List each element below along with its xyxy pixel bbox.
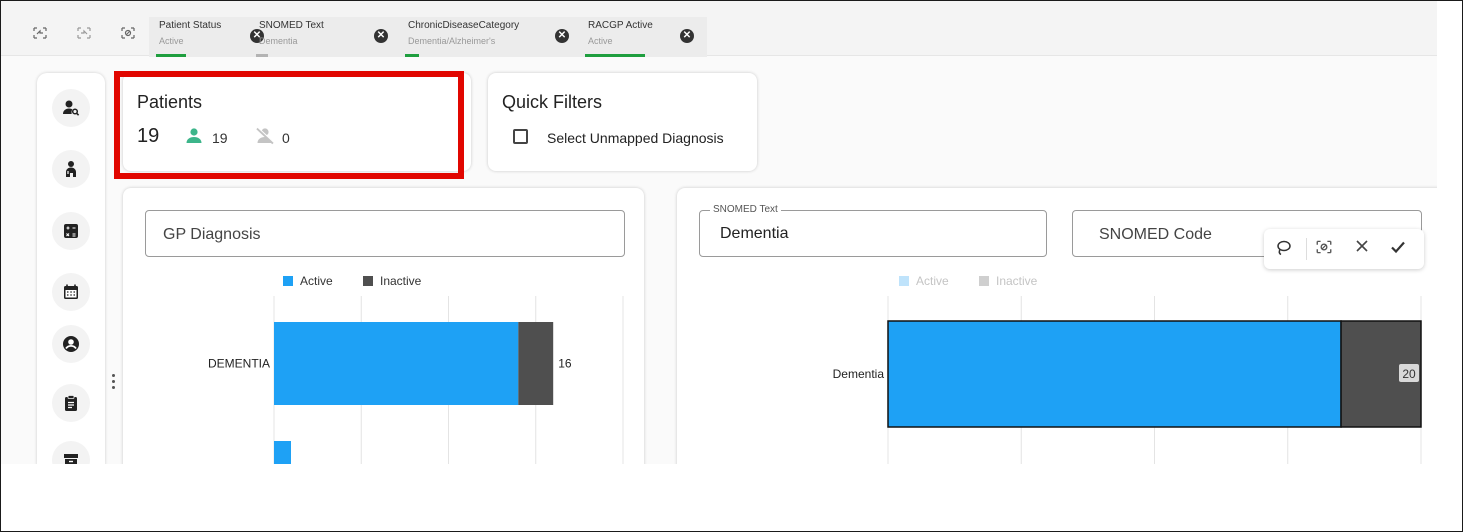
nav-archive[interactable] <box>52 441 90 464</box>
quick-filters-title: Quick Filters <box>502 92 603 112</box>
cancel-icon[interactable] <box>1351 238 1373 260</box>
category-label: Dementia <box>833 367 885 381</box>
chip-title: ChronicDiseaseCategory <box>408 20 520 31</box>
nav-calendar[interactable] <box>52 273 90 311</box>
unmapped-diagnosis-checkbox[interactable] <box>513 129 528 144</box>
clear-selection-icon[interactable] <box>120 25 136 41</box>
side-navigation <box>37 73 105 464</box>
calendar-icon <box>64 284 78 299</box>
data-label: 16 <box>558 357 572 371</box>
legend-label-active: Active <box>916 274 949 288</box>
legend-label-inactive: Inactive <box>380 274 422 288</box>
highlight-box <box>114 71 464 179</box>
account-circle-icon <box>63 336 79 352</box>
gp-diagnosis-panel: GP Diagnosis Active Inactive DEMENTIA 16 <box>123 188 644 464</box>
bar-active <box>274 322 519 405</box>
clear-selection-icon[interactable] <box>1313 238 1335 260</box>
legend-swatch-active <box>283 276 293 286</box>
chip-state-bar <box>256 54 268 57</box>
panel-resize-handle[interactable] <box>112 374 116 396</box>
patient-icon <box>66 161 76 177</box>
nav-account[interactable] <box>52 325 90 363</box>
chip-value: Dementia <box>259 36 298 46</box>
nav-patient[interactable] <box>52 150 90 188</box>
clipboard-icon <box>65 395 77 411</box>
lasso-icon[interactable] <box>1273 238 1295 260</box>
nav-clipboard[interactable] <box>52 384 90 422</box>
chip-title: Patient Status <box>159 20 222 31</box>
chip-state-bar <box>156 54 186 57</box>
chip-state-bar <box>585 54 645 57</box>
chip-title: RACGP Active <box>588 20 653 31</box>
undo-icon[interactable] <box>32 25 48 41</box>
unmapped-diagnosis-label[interactable]: Select Unmapped Diagnosis <box>547 130 724 146</box>
nav-patient-search[interactable] <box>52 89 90 127</box>
legend-swatch-inactive <box>979 276 989 286</box>
chip-patient-status[interactable]: Patient Status Active ✕ <box>149 17 264 57</box>
bar-active <box>887 320 1342 428</box>
nav-calculator[interactable] <box>52 212 90 250</box>
chip-value: Dementia/Alzheimer's <box>408 36 496 46</box>
category-label: DEMENTIA <box>208 357 270 371</box>
legend-label-inactive: Inactive <box>996 274 1038 288</box>
bar-inactive <box>518 322 554 405</box>
legend-swatch-active <box>899 276 909 286</box>
quick-filters-card: Quick Filters Select Unmapped Diagnosis <box>488 73 757 171</box>
selection-bar: Patient Status Active ✕ SNOMED Text Deme… <box>1 1 1437 57</box>
chip-value: Active <box>588 36 613 46</box>
patient-search-icon <box>63 100 80 116</box>
chip-title: SNOMED Text <box>259 20 324 31</box>
chip-close-icon[interactable]: ✕ <box>680 29 694 43</box>
chip-close-icon[interactable]: ✕ <box>555 29 569 43</box>
chip-racgp-active[interactable]: RACGP Active Active ✕ <box>578 17 703 57</box>
legend-label-active: Active <box>300 274 333 288</box>
selection-toolbar <box>1264 229 1424 269</box>
data-label: 20 <box>1402 367 1416 381</box>
chip-snomed-text[interactable]: SNOMED Text Dementia ✕ <box>249 17 388 57</box>
gp-diagnosis-chart: Active Inactive DEMENTIA 16 <box>208 274 624 464</box>
calculator-icon <box>64 224 78 238</box>
chip-value: Active <box>159 36 184 46</box>
archive-icon <box>64 454 78 464</box>
chip-state-bar <box>405 54 419 57</box>
redo-icon[interactable] <box>76 25 92 41</box>
confirm-icon[interactable] <box>1387 238 1409 260</box>
chip-chronic-disease-category[interactable]: ChronicDiseaseCategory Dementia/Alzheime… <box>398 17 569 57</box>
legend-swatch-inactive <box>363 276 373 286</box>
chip-close-icon[interactable]: ✕ <box>374 29 388 43</box>
app-window: Patient Status Active ✕ SNOMED Text Deme… <box>1 1 1437 464</box>
bar-next-category <box>274 441 291 464</box>
